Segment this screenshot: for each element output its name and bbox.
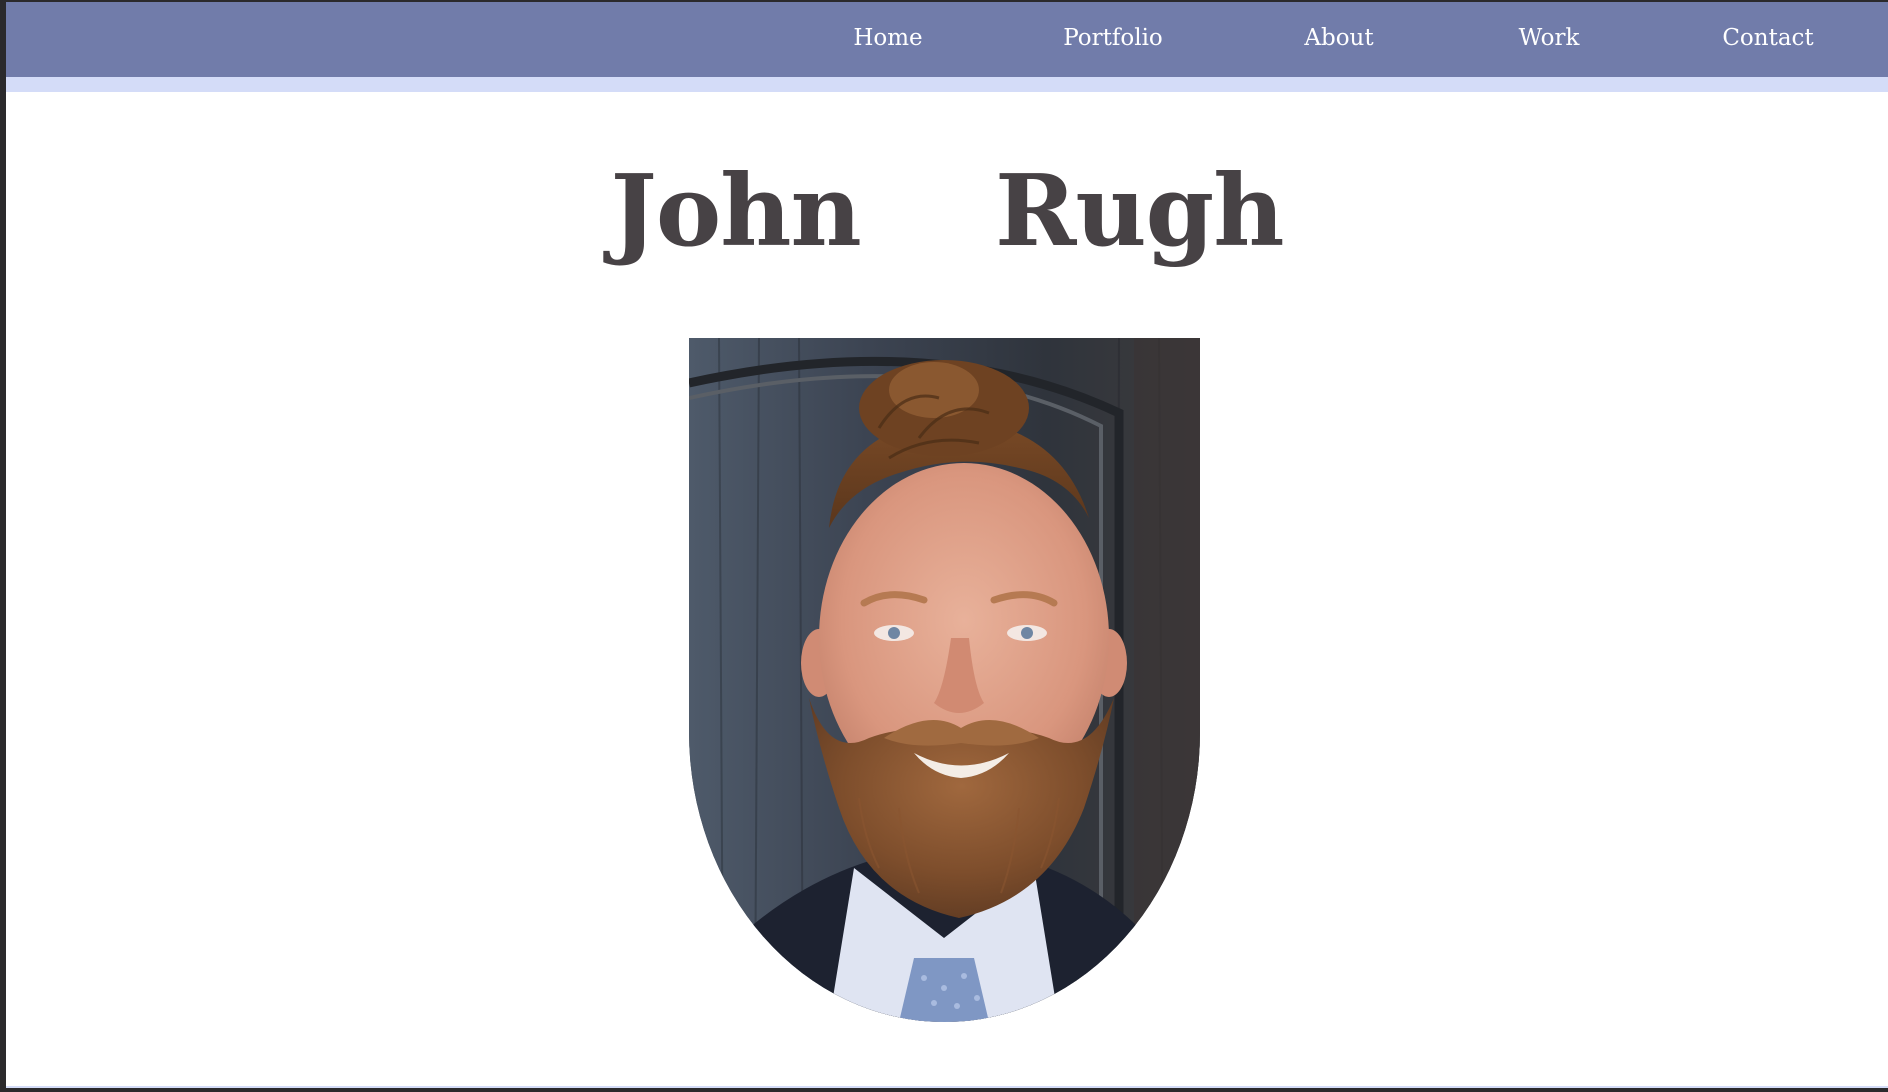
top-navbar: Home Portfolio About Work Contact — [6, 2, 1888, 77]
nav-link-work[interactable]: Work — [1519, 2, 1580, 77]
nav-link-about[interactable]: About — [1304, 2, 1373, 77]
footer-divider — [6, 1086, 1888, 1088]
navbar-accent-stripe — [6, 77, 1888, 92]
page-title: John Rugh — [610, 154, 1285, 269]
profile-photo — [689, 338, 1200, 1022]
nav-link-portfolio[interactable]: Portfolio — [1063, 2, 1163, 77]
nav-link-contact[interactable]: Contact — [1722, 2, 1813, 77]
profile-photo-illustration — [689, 338, 1200, 1022]
page: Home Portfolio About Work Contact John R… — [6, 2, 1888, 1088]
nav-link-home[interactable]: Home — [853, 2, 922, 77]
